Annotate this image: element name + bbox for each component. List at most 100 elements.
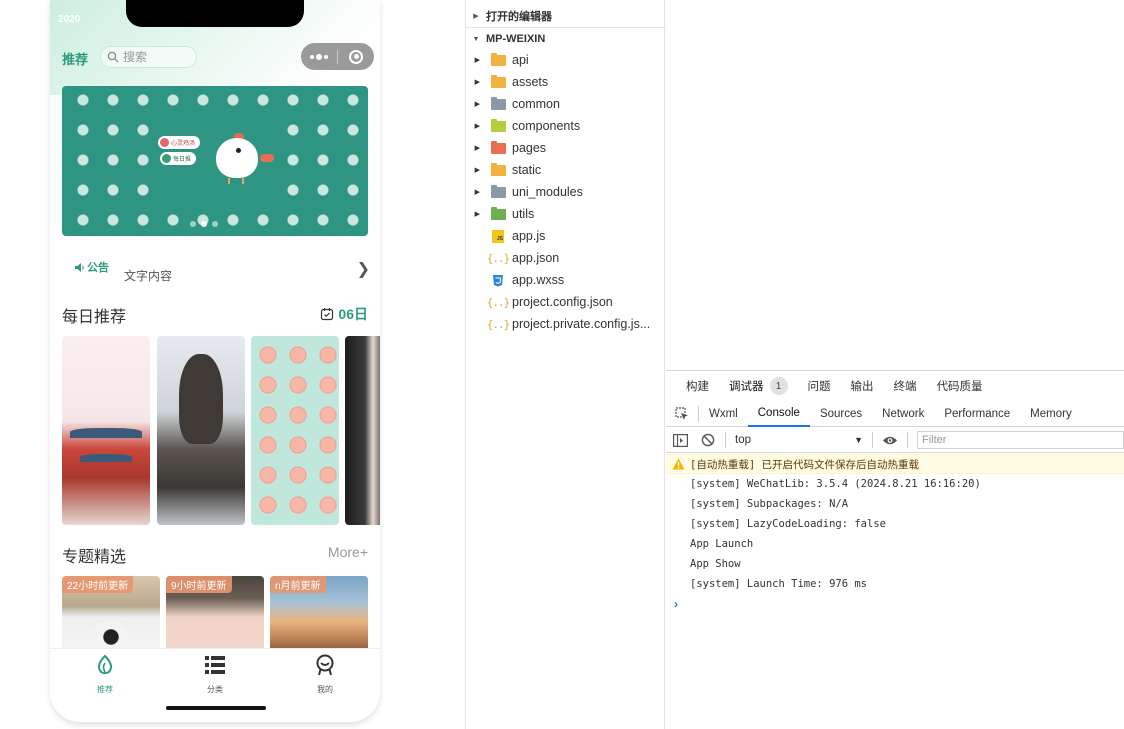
tab-wxml[interactable]: Wxml <box>699 401 748 427</box>
caret-right-icon: ▶ <box>474 101 480 108</box>
block-icon <box>701 433 715 447</box>
eye-icon <box>883 436 897 444</box>
carousel-dot[interactable] <box>190 221 196 227</box>
tab-output[interactable]: 输出 <box>851 378 874 394</box>
console-line: App Show <box>690 558 741 570</box>
topic-card[interactable]: 9小时前更新 <box>166 576 264 651</box>
tree-folder-api[interactable]: ▶ api <box>466 49 666 71</box>
topic-section-title: 专题精选 <box>62 549 127 566</box>
console-warning: [自动热重载] 已开启代码文件保存后自动热重载 <box>666 454 1124 474</box>
console-filter-input[interactable] <box>917 431 1124 449</box>
tab-label: 分类 <box>207 685 223 694</box>
daily-section-title: 每日推荐 <box>62 309 127 326</box>
daily-wallpaper-list[interactable] <box>62 336 380 526</box>
tab-network[interactable]: Network <box>872 401 934 427</box>
caret-right-icon: ▶ <box>474 167 480 174</box>
wallpaper-thumb[interactable] <box>345 336 380 525</box>
tree-folder-assets[interactable]: ▶ assets <box>466 71 666 93</box>
devtools-tabs: Wxml Console Sources Network Performance… <box>666 401 1124 427</box>
toolbar-divider <box>907 432 908 448</box>
tab-debugger[interactable]: 调试器 1 <box>729 377 788 395</box>
clear-console-button[interactable] <box>694 433 722 447</box>
pill-dot-icon <box>162 154 171 163</box>
folder-icon <box>490 118 506 132</box>
tree-file-app-js[interactable]: JS app.js <box>466 225 666 247</box>
js-file-icon: JS <box>492 229 504 243</box>
list-icon <box>205 656 225 674</box>
tab-memory[interactable]: Memory <box>1020 401 1082 427</box>
topic-card[interactable]: n月前更新 <box>270 576 368 651</box>
wallpaper-thumb[interactable] <box>157 336 245 525</box>
close-miniprogram-button[interactable] <box>338 49 374 64</box>
tree-file-app-wxss[interactable]: app.wxss <box>466 269 666 291</box>
tree-folder-pages[interactable]: ▶ pages <box>466 137 666 159</box>
json-file-icon: {..} <box>486 295 510 309</box>
tree-file-app-json[interactable]: {..} app.json <box>466 247 666 269</box>
tab-recommend[interactable]: 推荐 <box>50 649 160 697</box>
editor-area[interactable] <box>666 0 1124 370</box>
open-editors-header[interactable]: ▶ 打开的编辑器 <box>466 5 666 28</box>
search-bar[interactable] <box>100 46 197 68</box>
tree-item-label: components <box>512 119 581 133</box>
tree-folder-uni-modules[interactable]: ▶ uni_modules <box>466 181 666 203</box>
project-header[interactable]: ▼ MP-WEIXIN <box>466 28 666 50</box>
tab-performance[interactable]: Performance <box>934 401 1020 427</box>
folder-icon <box>490 206 506 220</box>
tree-folder-static[interactable]: ▶ static <box>466 159 666 181</box>
tab-category[interactable]: 分类 <box>160 649 270 697</box>
more-menu-button[interactable] <box>301 53 337 60</box>
tree-file-project-config[interactable]: {..} project.config.json <box>466 291 666 313</box>
carousel-dot[interactable] <box>201 221 207 227</box>
tab-build[interactable]: 构建 <box>686 378 709 394</box>
tree-item-label: project.config.json <box>512 295 613 309</box>
tab-problems[interactable]: 问题 <box>808 378 831 394</box>
tab-code-quality[interactable]: 代码质量 <box>937 378 983 394</box>
json-file-icon: {..} <box>486 251 510 265</box>
folder-icon <box>490 74 506 88</box>
toggle-sidebar-button[interactable] <box>666 433 694 447</box>
more-dot-icon <box>310 54 314 59</box>
context-selector[interactable]: top ▼ <box>729 431 869 449</box>
wallpaper-thumb[interactable] <box>62 336 150 525</box>
live-expression-button[interactable] <box>876 435 904 446</box>
home-indicator <box>166 706 266 710</box>
banner-pill: 心灵鸡汤 <box>158 136 201 149</box>
duck-beak <box>260 154 274 162</box>
open-editors-label: 打开的编辑器 <box>486 11 552 23</box>
miniprogram-capsule <box>301 43 374 70</box>
tab-terminal[interactable]: 终端 <box>894 378 917 394</box>
notice-bar[interactable]: 公告 文字内容 ❯ <box>74 257 370 283</box>
carousel-dot[interactable] <box>212 221 218 227</box>
tree-folder-components[interactable]: ▶ components <box>466 115 666 137</box>
topic-more-link[interactable]: More+ <box>328 544 368 560</box>
target-icon <box>349 49 363 64</box>
tree-item-label: api <box>512 53 529 67</box>
banner-pill-label: 每日推 <box>173 157 192 163</box>
folder-icon <box>490 140 506 154</box>
console-prompt[interactable]: › <box>666 594 1124 614</box>
caret-down-icon: ▼ <box>472 35 480 43</box>
tree-item-label: utils <box>512 207 535 221</box>
tree-folder-utils[interactable]: ▶ utils <box>466 203 666 225</box>
banner-carousel[interactable]: 心灵鸡汤 每日推 <box>62 86 368 236</box>
folder-icon <box>490 96 506 110</box>
daily-date[interactable]: 06日 <box>320 304 368 324</box>
tab-console[interactable]: Console <box>747 401 810 427</box>
wallpaper-thumb[interactable] <box>251 336 339 525</box>
topic-update-tag: 22小时前更新 <box>62 576 134 593</box>
folder-icon <box>490 184 506 198</box>
leaf-icon <box>98 654 112 675</box>
tab-sources[interactable]: Sources <box>810 401 872 427</box>
topic-update-tag: n月前更新 <box>270 576 326 593</box>
console-line: [system] Subpackages: N/A <box>690 498 849 510</box>
topic-card[interactable]: 22小时前更新 <box>62 576 160 651</box>
console-output: [自动热重载] 已开启代码文件保存后自动热重载 [system] WeChatL… <box>666 454 1124 614</box>
project-label: MP-WEIXIN <box>486 33 546 45</box>
debugger-top-tabs: 构建 调试器 1 问题 输出 终端 代码质量 <box>666 371 1124 401</box>
tree-folder-common[interactable]: ▶ common <box>466 93 666 115</box>
search-input[interactable] <box>123 50 183 64</box>
tab-mine[interactable]: 我的 <box>270 649 380 697</box>
inspect-element-button[interactable] <box>666 405 699 422</box>
tree-file-project-private-config[interactable]: {..} project.private.config.js... <box>466 313 666 335</box>
tab-label: 推荐 <box>97 685 113 694</box>
